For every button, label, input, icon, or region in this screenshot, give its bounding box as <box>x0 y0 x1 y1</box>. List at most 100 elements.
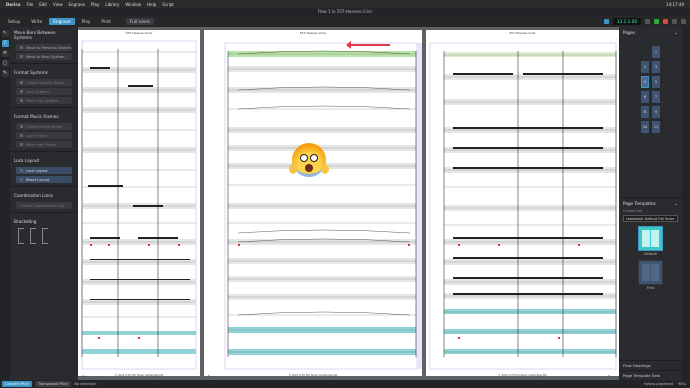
button-label: Make into Frame <box>26 142 56 147</box>
staff-highlight-teal <box>82 349 196 354</box>
frame-tool-icon[interactable]: ▢ <box>1 60 9 67</box>
button-label: Make into System <box>26 98 59 103</box>
select-tool-icon[interactable]: ↖ <box>1 30 9 37</box>
score-canvas[interactable]: 557-Heaven-Crier 557-Heaven-Crier 557-He… <box>78 27 619 380</box>
lock-system-button[interactable]: Lock System <box>16 88 72 95</box>
page-thumb[interactable]: 7 <box>652 91 660 103</box>
lock-frame-button[interactable]: Lock Frame <box>16 132 72 139</box>
selection-status: No selection <box>74 382 97 386</box>
concert-pitch-button[interactable]: Concert Pitch <box>2 381 32 387</box>
page-thumb[interactable]: 3 <box>652 61 660 73</box>
button-label: Lock Frame <box>26 133 47 138</box>
lock-icon <box>20 169 23 172</box>
break-icon <box>20 125 23 128</box>
lock-icon <box>20 90 23 93</box>
page-thumb[interactable]: 2 <box>641 61 649 73</box>
page-thumb[interactable]: 9 <box>652 106 660 118</box>
button-label: Move to Next System <box>26 54 65 59</box>
mode-engrave[interactable]: Engrave <box>49 18 75 25</box>
templates-header[interactable]: Page Templates ⌄ <box>619 198 682 209</box>
pages-panel: Pages ⌄ 1 2 3 4 5 6 7 8 9 10 11 Page Tem… <box>619 27 682 380</box>
create-frame-break-button[interactable]: Create Frame Break <box>16 123 72 130</box>
menu-library[interactable]: Library <box>105 2 119 7</box>
template-set-select[interactable]: Leadsheet Default Full Score <box>623 215 678 222</box>
bracket-icon[interactable] <box>30 228 36 244</box>
transposed-pitch-button[interactable]: Transposed Pitch <box>34 381 72 387</box>
move-previous-system-button[interactable]: Move to Previous System <box>16 44 72 51</box>
format-tool-icon[interactable]: ♪ <box>1 40 9 47</box>
button-label: Create Frame Break <box>26 124 62 129</box>
mode-write[interactable]: Write <box>27 18 46 25</box>
clock: 14:17:49 <box>666 1 684 7</box>
page-thumb[interactable]: 6 <box>641 91 649 103</box>
page-thumb[interactable]: 8 <box>641 106 649 118</box>
copyright-text: © 2021 LYTH WU Music Cambridge MA <box>114 374 164 377</box>
menu-help[interactable]: Help <box>147 2 156 7</box>
screaming-face-emoji <box>289 143 329 177</box>
transport-display: 13.1.1.00 <box>613 18 641 25</box>
staff-spacing-icon[interactable]: ≡ <box>1 50 9 57</box>
menu-file[interactable]: File <box>27 2 34 7</box>
frame-margin <box>417 43 422 369</box>
page-thumb[interactable]: 10 <box>641 121 649 133</box>
pages-title: Pages <box>623 30 636 35</box>
menu-window[interactable]: Window <box>125 2 141 7</box>
templates-title: Page Templates <box>623 201 656 206</box>
divider <box>10 212 78 213</box>
menu-engrave[interactable]: Engrave <box>68 2 85 7</box>
emoji-hand <box>321 164 329 174</box>
lock-layout-button[interactable]: Lock Layout <box>16 167 72 174</box>
reset-layout-button[interactable]: Reset Layout <box>16 176 72 183</box>
menu-view[interactable]: View <box>53 2 63 7</box>
page-thumb-selected[interactable]: 4 <box>641 76 649 88</box>
layout-selector[interactable]: Full score <box>125 18 154 25</box>
rewind-icon[interactable] <box>645 19 650 24</box>
brace-icon[interactable] <box>42 228 48 244</box>
page-thumb[interactable]: 11 <box>652 121 660 133</box>
chevron-down-icon: ⌄ <box>674 30 678 35</box>
pages-header[interactable]: Pages ⌄ <box>619 27 682 38</box>
record-icon[interactable] <box>663 19 668 24</box>
emoji-mouth <box>305 164 313 172</box>
template-page <box>651 264 659 281</box>
make-into-frame-button[interactable]: Make into Frame <box>16 141 72 148</box>
page-template-sets-section[interactable]: Page Template Sets <box>619 370 682 380</box>
metronome-icon[interactable] <box>672 19 677 24</box>
template-default-thumb[interactable] <box>638 226 663 251</box>
make-into-system-button[interactable]: Make into System <box>16 97 72 104</box>
mixer-icon[interactable] <box>604 19 610 24</box>
bracket-icon[interactable] <box>18 228 24 244</box>
create-coordination-line-button[interactable]: Create Coordination Line <box>16 202 72 209</box>
section-title: Bracketing <box>14 219 37 224</box>
move-next-system-button[interactable]: Move to Next System <box>16 53 72 60</box>
follow-playhead-toggle[interactable]: Follow playhead <box>644 382 673 386</box>
menu-script[interactable]: Script <box>162 2 174 7</box>
arrow-up-icon <box>20 46 23 49</box>
menu-app-name[interactable]: Dorico <box>6 2 21 7</box>
button-label: Move to Previous System <box>26 45 72 50</box>
mode-setup[interactable]: Setup <box>4 18 24 25</box>
divider <box>10 186 78 187</box>
copyright-text: © 2021 LYTH WU Music Cambridge MA <box>288 374 338 377</box>
panel-toggle-icon[interactable] <box>681 19 686 24</box>
flow-headings-section[interactable]: Flow Headings <box>619 360 682 370</box>
graphic-tool-icon[interactable]: ✎ <box>1 70 9 77</box>
create-system-break-button[interactable]: Create System Break <box>16 79 72 86</box>
play-icon[interactable] <box>654 19 659 24</box>
red-arrow-annotation <box>346 41 390 49</box>
main-toolbar: Setup Write Engrave Play Print Full scor… <box>0 16 690 27</box>
page-thumb[interactable]: 5 <box>652 76 660 88</box>
templates-section: Page Templates ⌄ Current set Leadsheet D… <box>619 197 682 290</box>
current-set-label: Current set <box>623 209 642 213</box>
reset-icon <box>20 178 23 181</box>
menu-edit[interactable]: Edit <box>39 2 47 7</box>
break-icon <box>20 81 23 84</box>
page-thumb[interactable]: 1 <box>652 46 660 58</box>
button-label: Create Coordination Line <box>20 203 65 208</box>
mode-play[interactable]: Play <box>78 18 95 25</box>
button-label: Lock Layout <box>26 168 48 173</box>
zoom-level[interactable]: 96% <box>678 382 686 386</box>
template-first-thumb[interactable] <box>638 260 663 285</box>
menu-play[interactable]: Play <box>91 2 99 7</box>
mode-print[interactable]: Print <box>97 18 115 25</box>
